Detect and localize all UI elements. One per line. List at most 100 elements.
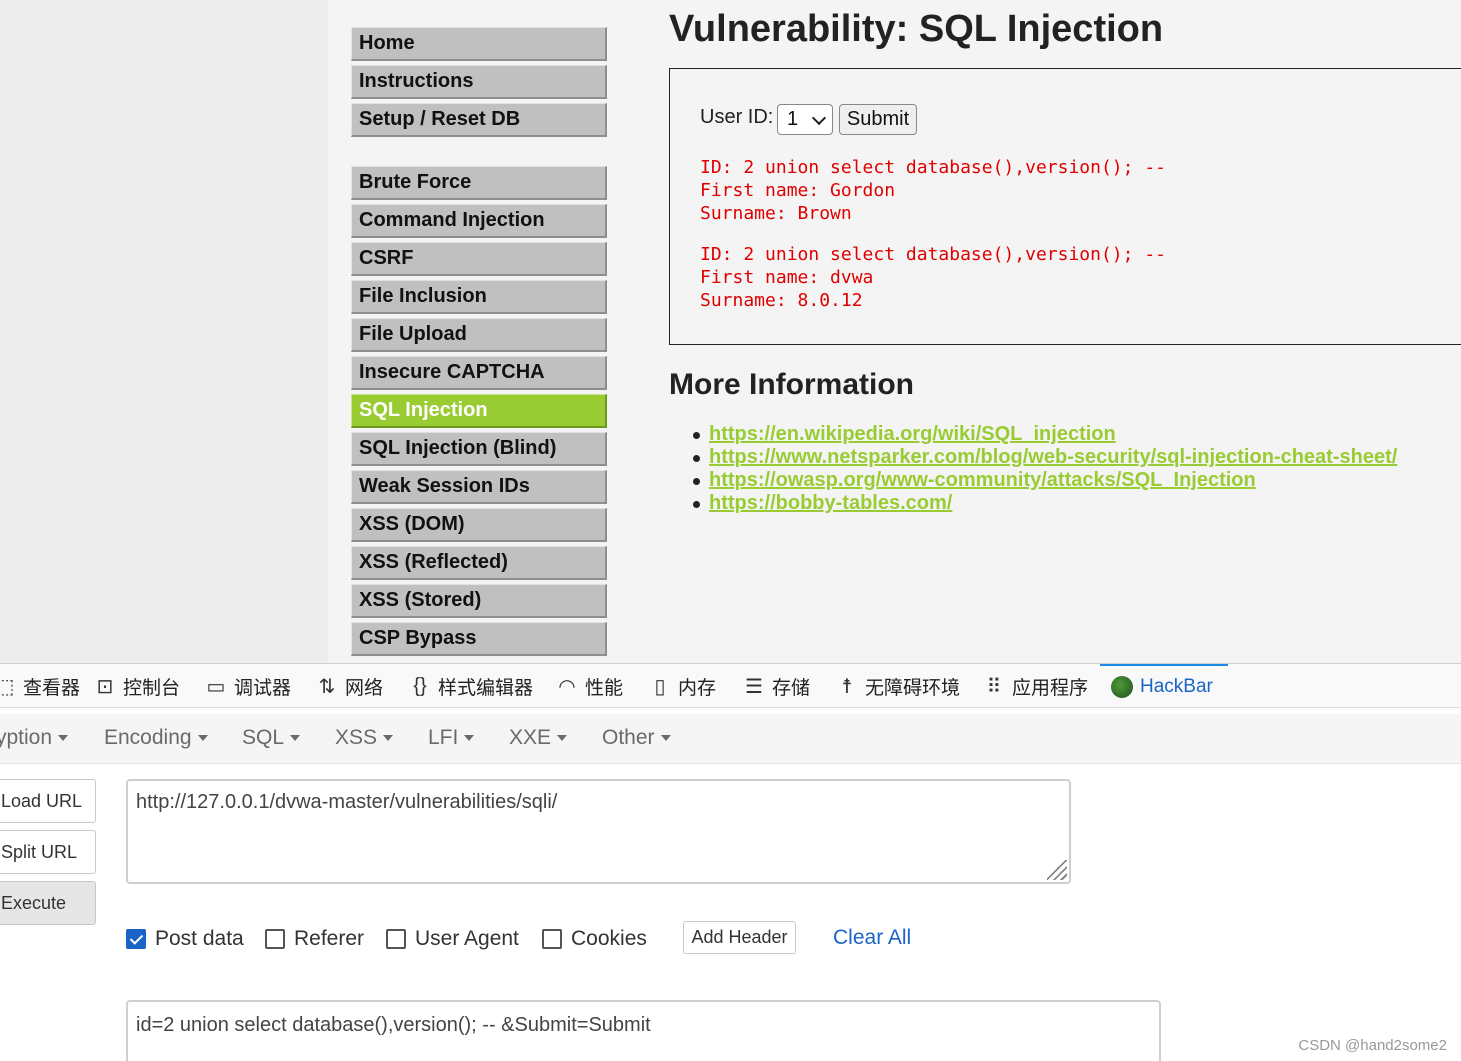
url-textarea[interactable]: http://127.0.0.1/dvwa-master/vulnerabili… xyxy=(126,779,1071,884)
tab-label: 网络 xyxy=(345,677,384,699)
screen: Home Instructions Setup / Reset DB Brute… xyxy=(0,0,1461,1061)
list-item: https://owasp.org/www-community/attacks/… xyxy=(693,469,1397,492)
split-url-button[interactable]: Split URL xyxy=(0,830,96,874)
post-data-option[interactable]: Post data xyxy=(126,924,244,954)
menu-item-xss-reflected[interactable]: XSS (Reflected) xyxy=(351,546,607,580)
menu-label: yption xyxy=(0,726,53,749)
more-information-links: https://en.wikipedia.org/wiki/SQL_inject… xyxy=(693,423,1397,515)
tab-label: 应用程序 xyxy=(1012,677,1089,699)
load-url-button[interactable]: Load URL xyxy=(0,779,96,823)
tab-performance[interactable]: ◠ 性能 xyxy=(556,664,623,708)
execute-button[interactable]: Execute xyxy=(0,881,96,925)
referer-option[interactable]: Referer xyxy=(265,924,364,954)
menu-item-command-injection[interactable]: Command Injection xyxy=(351,204,607,238)
menu-label: LFI xyxy=(428,726,459,749)
menu-xxe[interactable]: XXE xyxy=(509,726,568,750)
debugger-icon: ▭ xyxy=(206,675,226,698)
application-icon: ⠿ xyxy=(986,675,1002,698)
menu-item-setup-reset-db[interactable]: Setup / Reset DB xyxy=(351,103,607,137)
menu-label: Encoding xyxy=(104,726,192,749)
tab-label: 查看器 xyxy=(23,677,81,699)
post-body-textarea[interactable]: id=2 union select database(),version(); … xyxy=(126,1000,1161,1061)
menu-lfi[interactable]: LFI xyxy=(428,726,475,750)
referer-checkbox[interactable] xyxy=(265,929,285,949)
tab-console[interactable]: ⊡ 控制台 xyxy=(94,664,180,708)
tab-hackbar[interactable]: HackBar xyxy=(1100,664,1228,708)
menu-item-file-upload[interactable]: File Upload xyxy=(351,318,607,352)
style-editor-icon: {} xyxy=(413,674,427,697)
menu-encoding[interactable]: Encoding xyxy=(104,726,208,750)
menu-item-home[interactable]: Home xyxy=(351,27,607,61)
caret-down-icon xyxy=(290,735,301,742)
menu-item-insecure-captcha[interactable]: Insecure CAPTCHA xyxy=(351,356,607,390)
dvwa-side-menu: Home Instructions Setup / Reset DB Brute… xyxy=(328,0,628,663)
post-body-value: id=2 union select database(),version(); … xyxy=(136,1014,651,1036)
bullet-icon xyxy=(693,478,700,485)
tab-inspector[interactable]: ⬚ 查看器 xyxy=(0,664,80,708)
menu-label: SQL xyxy=(242,726,285,749)
tab-memory[interactable]: ▯ 内存 xyxy=(649,664,716,708)
add-header-button[interactable]: Add Header xyxy=(683,921,796,954)
tab-label: HackBar xyxy=(1140,676,1213,697)
inspector-icon: ⬚ xyxy=(0,675,15,698)
tab-label: 调试器 xyxy=(234,677,292,699)
menu-other[interactable]: Other xyxy=(602,726,671,750)
cookies-checkbox[interactable] xyxy=(542,929,562,949)
performance-icon: ◠ xyxy=(558,675,576,698)
post-data-checkbox[interactable] xyxy=(126,929,146,949)
devtools-panel: ⬚ 查看器 ⊡ 控制台 ▭ 调试器 ⇅ 网络 {} 样式编辑器 ◠ 性能 ▯ 内… xyxy=(0,663,1461,1061)
menu-item-csrf[interactable]: CSRF xyxy=(351,242,607,276)
caret-down-icon xyxy=(197,735,208,742)
caret-down-icon xyxy=(383,735,394,742)
caret-down-icon xyxy=(557,735,568,742)
result-1-first-name: First name: Gordon xyxy=(700,180,896,201)
clear-all-link[interactable]: Clear All xyxy=(833,926,911,950)
tab-network[interactable]: ⇅ 网络 xyxy=(316,664,383,708)
menu-item-csp-bypass[interactable]: CSP Bypass xyxy=(351,622,607,656)
tab-style-editor[interactable]: {} 样式编辑器 xyxy=(409,664,533,708)
memory-icon: ▯ xyxy=(654,675,666,698)
tab-label: 存储 xyxy=(772,677,811,699)
menu-item-sql-injection-blind[interactable]: SQL Injection (Blind) xyxy=(351,432,607,466)
link-owasp-sql-injection[interactable]: https://owasp.org/www-community/attacks/… xyxy=(709,469,1256,491)
tab-application[interactable]: ⠿ 应用程序 xyxy=(983,664,1088,708)
user-agent-checkbox[interactable] xyxy=(386,929,406,949)
menu-item-xss-dom[interactable]: XSS (DOM) xyxy=(351,508,607,542)
link-netsparker-cheat-sheet[interactable]: https://www.netsparker.com/blog/web-secu… xyxy=(709,446,1397,468)
menu-item-sql-injection[interactable]: SQL Injection xyxy=(351,394,607,428)
menu-item-brute-force[interactable]: Brute Force xyxy=(351,166,607,200)
menu-label: XXE xyxy=(509,726,552,749)
bullet-icon xyxy=(693,432,700,439)
user-agent-option[interactable]: User Agent xyxy=(386,924,519,954)
network-icon: ⇅ xyxy=(318,675,336,698)
page-margin xyxy=(0,0,328,663)
cookies-option[interactable]: Cookies xyxy=(542,924,647,954)
menu-item-xss-stored[interactable]: XSS (Stored) xyxy=(351,584,607,618)
dvwa-page: Home Instructions Setup / Reset DB Brute… xyxy=(0,0,1461,663)
result-2-first-name: First name: dvwa xyxy=(700,267,874,288)
result-1-id: ID: 2 union select database(),version();… xyxy=(700,157,1166,178)
menu-label: Other xyxy=(602,726,655,749)
menu-sql[interactable]: SQL xyxy=(242,726,301,750)
tab-debugger[interactable]: ▭ 调试器 xyxy=(205,664,291,708)
link-bobby-tables[interactable]: https://bobby-tables.com/ xyxy=(709,492,952,514)
resize-grip-icon[interactable] xyxy=(1047,860,1067,880)
submit-button[interactable]: Submit xyxy=(839,104,917,135)
menu-item-instructions[interactable]: Instructions xyxy=(351,65,607,99)
user-id-select[interactable]: 1 xyxy=(777,104,833,135)
console-icon: ⊡ xyxy=(96,675,114,698)
list-item: https://www.netsparker.com/blog/web-secu… xyxy=(693,446,1397,469)
menu-item-weak-session-ids[interactable]: Weak Session IDs xyxy=(351,470,607,504)
tab-storage[interactable]: ☰ 存储 xyxy=(743,664,810,708)
tab-accessibility[interactable]: ☨ 无障碍环境 xyxy=(836,664,960,708)
menu-encryption[interactable]: yption xyxy=(0,726,69,750)
caret-down-icon xyxy=(660,735,671,742)
menu-item-file-inclusion[interactable]: File Inclusion xyxy=(351,280,607,314)
user-id-selected-value: 1 xyxy=(787,108,799,130)
menu-xss[interactable]: XSS xyxy=(335,726,394,750)
link-wikipedia-sql-injection[interactable]: https://en.wikipedia.org/wiki/SQL_inject… xyxy=(709,423,1116,445)
accessibility-icon: ☨ xyxy=(841,675,853,698)
bullet-icon xyxy=(693,455,700,462)
tab-label: 控制台 xyxy=(123,677,181,699)
option-label: Cookies xyxy=(571,927,647,950)
